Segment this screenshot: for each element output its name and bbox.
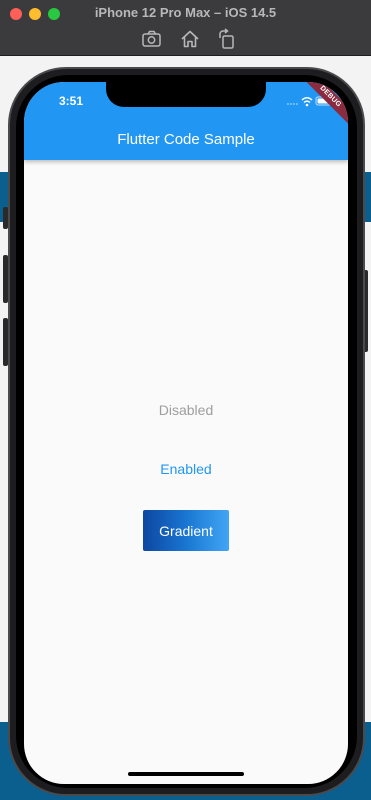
- camera-icon[interactable]: [141, 28, 163, 50]
- gradient-button[interactable]: Gradient: [143, 510, 229, 551]
- device-screen: 3:51 Flutter Code Sample DEBUG Disabled …: [24, 82, 348, 784]
- home-icon[interactable]: [179, 28, 201, 50]
- enabled-button[interactable]: Enabled: [24, 461, 348, 477]
- wifi-icon: [301, 97, 313, 107]
- status-time: 3:51: [59, 94, 84, 108]
- disabled-button: Disabled: [24, 402, 348, 418]
- app-bar: 3:51 Flutter Code Sample DEBUG: [24, 82, 348, 160]
- cellular-icon: [287, 103, 298, 105]
- home-indicator[interactable]: [128, 772, 244, 776]
- rotate-icon[interactable]: [216, 28, 238, 50]
- notch: [106, 82, 266, 107]
- window-title: iPhone 12 Pro Max – iOS 14.5: [94, 5, 277, 20]
- app-bar-title: Flutter Code Sample: [117, 131, 255, 148]
- simulator-titlebar: iPhone 12 Pro Max – iOS 14.5: [0, 0, 371, 56]
